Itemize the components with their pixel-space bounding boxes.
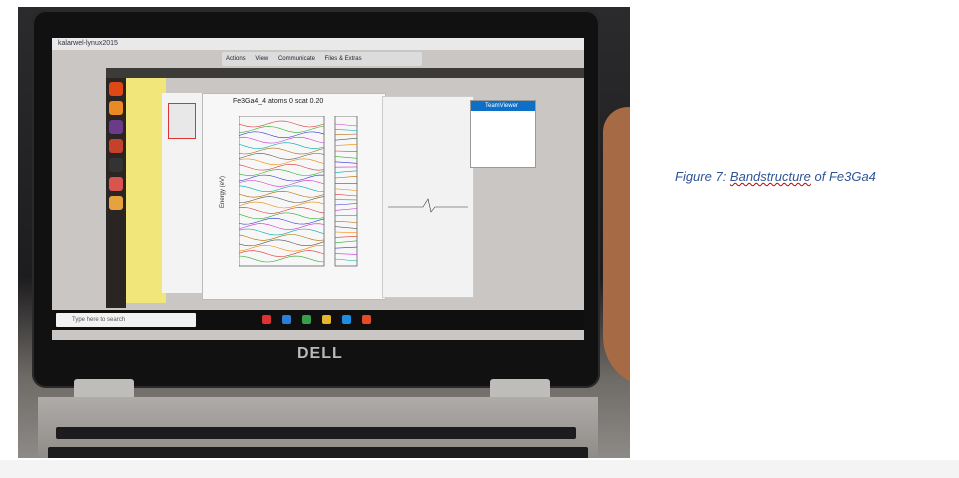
remote-desktop-titlebar: kalarwel-lynux2015 [52, 38, 584, 50]
band-line [239, 228, 325, 236]
pdf-viewer-window: Fe3Ga4_4 atoms 0 scat 0.20 Energy (eV) [202, 93, 386, 300]
band-line [239, 126, 325, 133]
band-line [334, 214, 358, 217]
laptop-bezel: kalarwel-lynux2015 Actions View Communic… [32, 10, 600, 388]
band-line [334, 203, 358, 206]
teamviewer-header: TeamViewer [471, 101, 535, 111]
taskbar-icon [282, 315, 291, 324]
taskbar-icon [262, 315, 271, 324]
figure-caption: Figure 7: Bandstructure of Fe3Ga4 [675, 169, 876, 184]
band-line [239, 136, 325, 144]
band-line [239, 250, 325, 257]
toolbar-files: Files & Extras [324, 56, 362, 62]
band-line [239, 180, 325, 187]
bandstructure-plot [239, 116, 358, 267]
band-line [334, 161, 358, 164]
band-line [334, 137, 358, 141]
terminal-icon [109, 158, 123, 172]
band-line [239, 196, 325, 203]
band-line [334, 156, 358, 159]
key-row [56, 427, 576, 439]
band-line [334, 123, 358, 127]
band-line [334, 144, 358, 146]
thumbnail-panel [162, 93, 202, 293]
band-line [334, 188, 358, 191]
band-line [334, 231, 358, 234]
toolbar-actions: Actions [226, 56, 246, 62]
band-line [334, 253, 358, 255]
ubuntu-top-panel [106, 68, 584, 78]
hand [603, 107, 630, 387]
band-line [334, 129, 358, 131]
band-line [334, 170, 358, 173]
app-icon [109, 139, 123, 153]
band-line [239, 234, 325, 241]
band-line [334, 236, 358, 238]
band-line [334, 240, 358, 244]
pdf-title: Fe3Ga4_4 atoms 0 scat 0.20 [233, 98, 324, 105]
band-line [239, 207, 325, 214]
band-line [239, 142, 325, 149]
band-line [239, 158, 325, 166]
photo-of-laptop: kalarwel-lynux2015 Actions View Communic… [18, 7, 630, 458]
band-line [334, 208, 358, 211]
remote-toolbar: Actions View Communicate Files & Extras [222, 52, 422, 66]
band-line [239, 239, 325, 247]
app-icon [109, 120, 123, 134]
caption-middle: of [810, 169, 829, 184]
laptop-screen: kalarwel-lynux2015 Actions View Communic… [52, 38, 584, 340]
yellow-window [126, 78, 166, 303]
key-row [48, 447, 588, 458]
band-line [239, 147, 325, 155]
band-line [239, 201, 325, 209]
band-line [334, 258, 358, 262]
bottom-band [0, 460, 959, 478]
taskbar-icon [362, 315, 371, 324]
band-line [334, 133, 358, 136]
band-line [239, 244, 324, 252]
band-line [239, 174, 325, 182]
caption-prefix: Figure 7: [675, 169, 730, 184]
search-box: Type here to search [56, 313, 196, 327]
y-axis-label: Energy (eV) [220, 175, 227, 209]
band-line [334, 220, 358, 223]
band-line [239, 169, 325, 176]
band-line [239, 153, 325, 160]
band-line [239, 131, 325, 139]
small-plot [388, 198, 468, 213]
taskbar-icon [342, 315, 351, 324]
band-line [239, 190, 325, 198]
caption-suffix: Fe3Ga4 [828, 169, 876, 184]
app-icon [109, 177, 123, 191]
band-line [334, 176, 358, 179]
ubuntu-icon [109, 82, 123, 96]
second-window [382, 96, 474, 298]
band-line [239, 163, 325, 171]
thumbnail [168, 103, 196, 139]
band-line [334, 193, 358, 197]
ubuntu-launcher [106, 78, 126, 308]
band-line [334, 226, 358, 229]
band-line [239, 212, 325, 220]
toolbar-view: View [255, 56, 269, 62]
keyboard [38, 397, 598, 458]
band-line [239, 185, 325, 193]
band-line [239, 223, 325, 230]
browser-icon [109, 101, 123, 115]
band-line [334, 150, 358, 152]
band-line [239, 217, 325, 225]
caption-underlined-word: Bandstructure [729, 169, 811, 184]
band-line [334, 246, 358, 249]
band-line [239, 120, 325, 128]
dell-logo: DELL [297, 345, 343, 362]
teamviewer-popup: TeamViewer [470, 100, 536, 168]
band-line [239, 255, 325, 263]
taskbar-icon [322, 315, 331, 324]
app-icon [109, 196, 123, 210]
toolbar-communicate: Communicate [277, 56, 315, 62]
taskbar-icon [302, 315, 311, 324]
